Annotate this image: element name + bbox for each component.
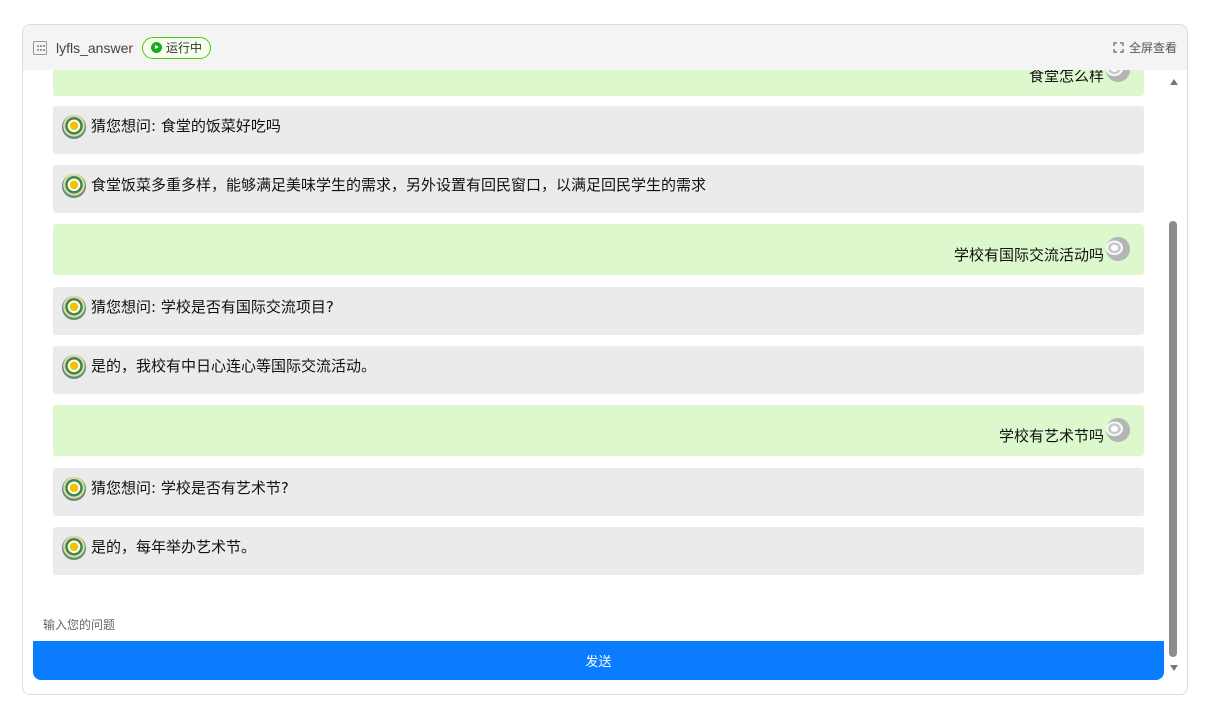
- school-logo-avatar-icon: [62, 174, 86, 198]
- bot-message: 是的，每年举办艺术节。: [53, 527, 1144, 575]
- chat-messages[interactable]: 食堂怎么样 猜您想问: 食堂的饭菜好吃吗 食堂饭菜多重多样，能够满足美味学生的需…: [23, 70, 1167, 615]
- bot-message: 猜您想问: 学校是否有艺术节?: [53, 468, 1144, 516]
- title-bar: lyfls_answer 运行中 全屏查看: [23, 25, 1187, 70]
- school-logo-avatar-icon: [62, 536, 86, 560]
- message-text: 猜您想问: 学校是否有国际交流项目?: [91, 298, 334, 316]
- question-input-row: [33, 610, 1163, 640]
- bot-message: 食堂饭菜多重多样，能够满足美味学生的需求，另外设置有回民窗口，以满足回民学生的需…: [53, 165, 1144, 213]
- user-avatar-icon: [1106, 70, 1130, 82]
- fullscreen-icon: [1113, 42, 1124, 53]
- user-message: 食堂怎么样: [53, 70, 1144, 96]
- user-message: 学校有艺术节吗: [53, 405, 1144, 456]
- fullscreen-button[interactable]: 全屏查看: [1113, 39, 1177, 56]
- user-avatar-icon: [1106, 418, 1130, 442]
- school-logo-avatar-icon: [62, 477, 86, 501]
- app-grid-icon: [33, 40, 47, 55]
- bot-message: 是的，我校有中日心连心等国际交流活动。: [53, 346, 1144, 394]
- play-icon: [151, 42, 163, 53]
- message-text: 学校有国际交流活动吗: [953, 246, 1104, 264]
- chat-scrollbar[interactable]: [1167, 70, 1181, 680]
- scroll-down-arrow-icon[interactable]: [1170, 665, 1178, 671]
- app-title: lyfls_answer: [56, 39, 134, 56]
- app-window: lyfls_answer 运行中 全屏查看 食堂怎么样 猜您想问: 食堂的饭菜好…: [22, 24, 1188, 695]
- scroll-up-arrow-icon[interactable]: [1170, 79, 1178, 85]
- message-text: 食堂怎么样: [1028, 70, 1104, 85]
- user-avatar-icon: [1106, 237, 1130, 261]
- school-logo-avatar-icon: [62, 115, 86, 139]
- message-text: 学校有艺术节吗: [998, 427, 1104, 445]
- message-text: 猜您想问: 学校是否有艺术节?: [91, 479, 289, 497]
- message-text: 是的，我校有中日心连心等国际交流活动。: [91, 357, 377, 375]
- status-badge: 运行中: [142, 36, 212, 59]
- bot-message: 猜您想问: 食堂的饭菜好吃吗: [53, 106, 1144, 154]
- question-input[interactable]: [33, 610, 1163, 640]
- message-text: 猜您想问: 食堂的饭菜好吃吗: [91, 117, 281, 135]
- user-message: 学校有国际交流活动吗: [53, 224, 1144, 275]
- fullscreen-label: 全屏查看: [1128, 41, 1177, 55]
- school-logo-avatar-icon: [62, 355, 86, 379]
- send-button[interactable]: 发送: [33, 641, 1164, 680]
- school-logo-avatar-icon: [62, 296, 86, 320]
- bot-message: 猜您想问: 学校是否有国际交流项目?: [53, 287, 1144, 335]
- status-label: 运行中: [166, 41, 203, 55]
- scrollbar-thumb[interactable]: [1169, 221, 1177, 657]
- message-text: 食堂饭菜多重多样，能够满足美味学生的需求，另外设置有回民窗口，以满足回民学生的需…: [91, 176, 707, 194]
- message-text: 是的，每年举办艺术节。: [91, 538, 257, 556]
